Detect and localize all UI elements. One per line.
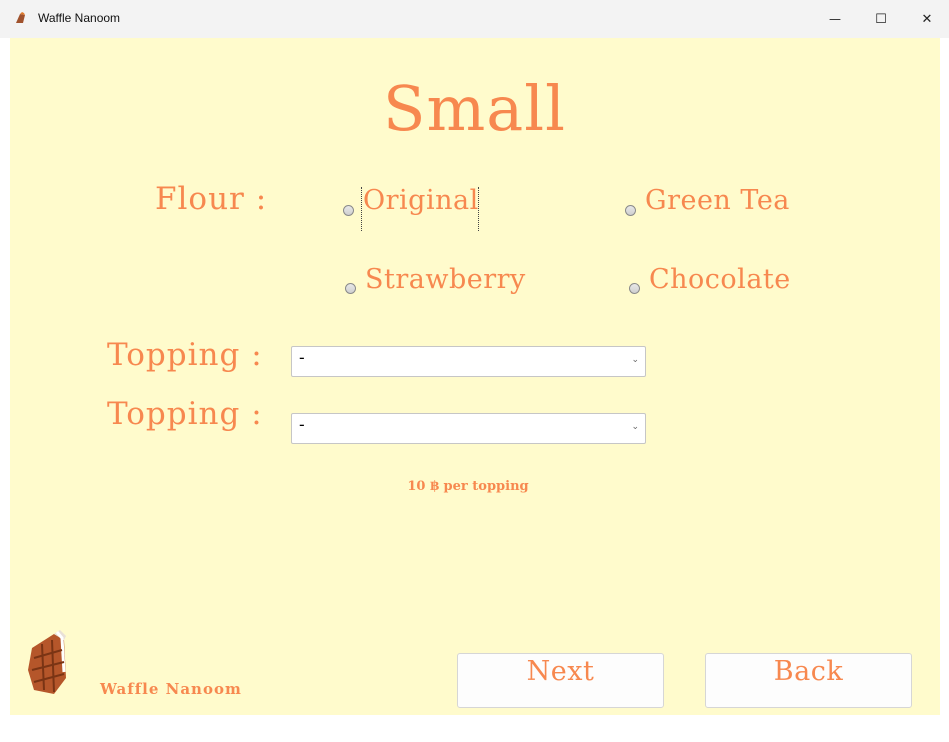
- brand-name: Waffle Nanoom: [100, 680, 242, 698]
- radio-strawberry[interactable]: [345, 283, 356, 294]
- size-heading: Small: [383, 72, 566, 145]
- radio-green-tea[interactable]: [625, 205, 636, 216]
- waffle-logo-icon: [28, 630, 66, 694]
- chevron-down-icon: ⌄: [631, 422, 639, 432]
- window-title: Waffle Nanoom: [38, 11, 121, 25]
- chevron-down-icon: ⌄: [631, 355, 639, 365]
- topping-select-1-value: -: [299, 348, 305, 367]
- radio-original[interactable]: [343, 205, 354, 216]
- option-chocolate[interactable]: Chocolate: [649, 264, 791, 295]
- maximize-icon: ☐: [875, 11, 887, 27]
- next-button[interactable]: Next: [457, 653, 664, 708]
- close-button[interactable]: ✕: [904, 0, 949, 38]
- maximize-button[interactable]: ☐: [858, 0, 904, 38]
- topping-select-2[interactable]: - ⌄: [291, 413, 646, 444]
- topping-select-1[interactable]: - ⌄: [291, 346, 646, 377]
- option-green-tea[interactable]: Green Tea: [645, 185, 790, 216]
- option-strawberry[interactable]: Strawberry: [365, 264, 526, 295]
- topping-select-2-value: -: [299, 415, 305, 434]
- title-bar: Waffle Nanoom — ☐ ✕: [0, 0, 949, 38]
- price-note: 10 ฿ per topping: [407, 479, 529, 494]
- topping-label-1: Topping :: [107, 337, 263, 373]
- radio-chocolate[interactable]: [629, 283, 640, 294]
- topping-label-2: Topping :: [107, 396, 263, 432]
- flour-label: Flour :: [155, 181, 268, 217]
- minimize-icon: —: [829, 12, 841, 26]
- minimize-button[interactable]: —: [812, 0, 858, 38]
- waffle-app-icon: [16, 12, 25, 23]
- close-icon: ✕: [921, 11, 933, 27]
- option-original[interactable]: Original: [363, 185, 479, 216]
- back-button[interactable]: Back: [705, 653, 912, 708]
